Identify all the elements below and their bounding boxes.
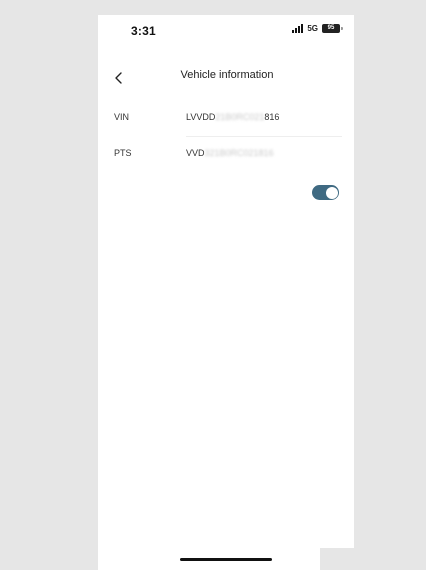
page-title: Vehicle information bbox=[180, 69, 274, 81]
toggle-knob bbox=[325, 186, 338, 199]
pts-value-redacted: 321B0RC021816 bbox=[204, 148, 274, 158]
home-indicator bbox=[180, 558, 272, 561]
toggle-switch[interactable] bbox=[312, 185, 339, 200]
pts-value-prefix: VVD bbox=[186, 148, 205, 158]
phone-screen: 3:31 5G 95 Vehicle information VIN LVVDD… bbox=[98, 15, 354, 570]
signal-icon bbox=[292, 24, 304, 33]
battery-icon: 95 bbox=[322, 24, 343, 33]
status-bar: 3:31 5G 95 bbox=[98, 15, 354, 43]
pts-label: PTS bbox=[114, 148, 132, 158]
vin-value-suffix: 816 bbox=[264, 112, 280, 122]
vin-value: LVVDD21B0RC021816 bbox=[186, 112, 279, 122]
vin-value-redacted: 21B0RC021 bbox=[215, 112, 265, 122]
status-time: 3:31 bbox=[131, 24, 156, 38]
network-label: 5G bbox=[307, 24, 318, 33]
battery-level: 95 bbox=[327, 25, 335, 31]
pts-value: VVD321B0RC021816 bbox=[186, 148, 274, 158]
pts-row: PTS VVD321B0RC021816 bbox=[98, 137, 354, 173]
vin-row: VIN LVVDD21B0RC021816 bbox=[98, 101, 354, 137]
vin-label: VIN bbox=[114, 112, 130, 122]
screenshot-stage: 3:31 5G 95 Vehicle information VIN LVVDD… bbox=[0, 0, 426, 570]
background-patch bbox=[320, 548, 354, 570]
vin-value-prefix: LVVDD bbox=[186, 112, 216, 122]
nav-bar: Vehicle information bbox=[98, 65, 354, 91]
status-indicators: 5G 95 bbox=[292, 24, 343, 33]
